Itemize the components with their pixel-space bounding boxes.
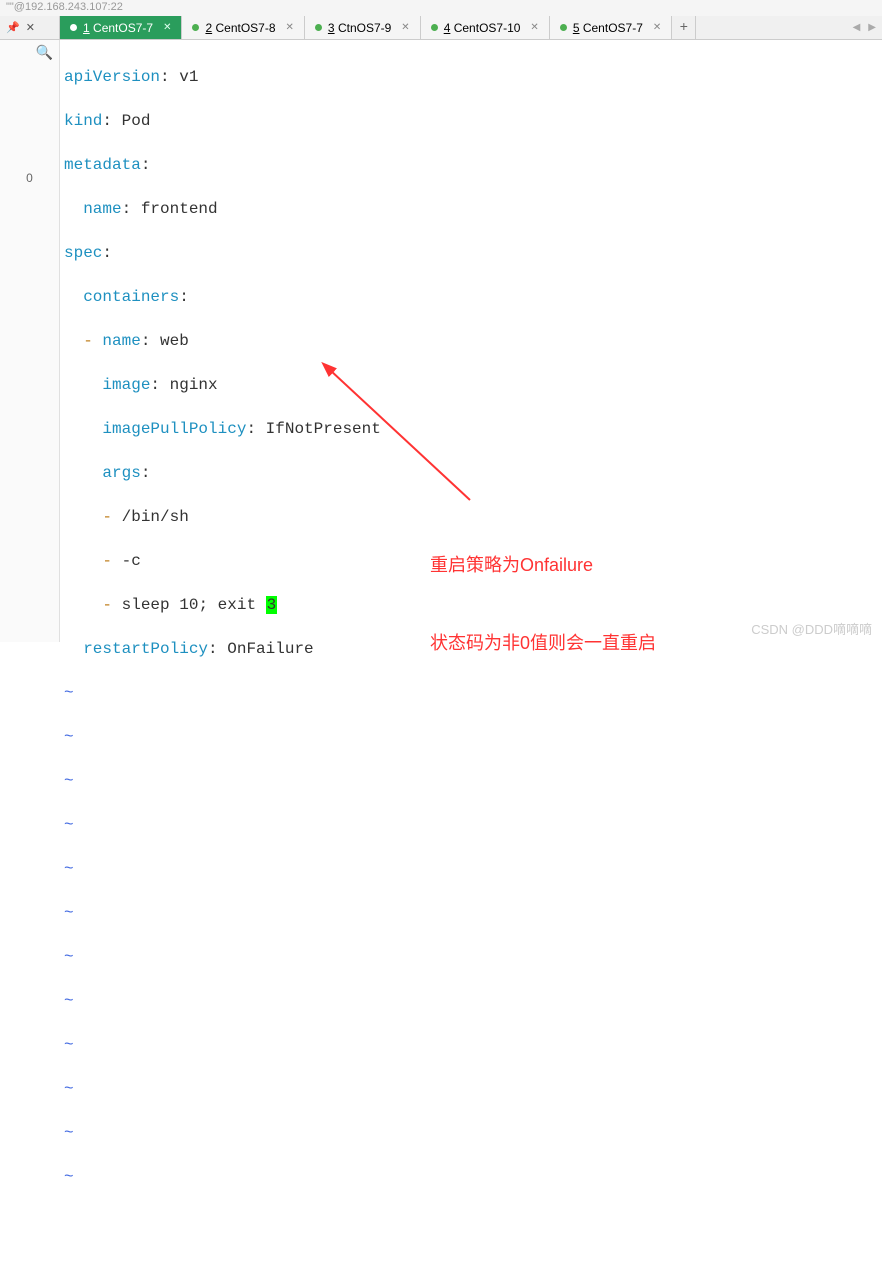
code-line: name: frontend (60, 198, 882, 220)
code-line: spec: (60, 242, 882, 264)
empty-line: ~ (60, 770, 882, 792)
nav-prev-icon[interactable]: ◀ (853, 22, 861, 34)
empty-line: ~ (60, 990, 882, 1012)
tab-label: 3 CtnOS7-9 (328, 21, 391, 35)
tab-close-icon[interactable]: ✕ (530, 22, 538, 33)
empty-line: ~ (60, 858, 882, 880)
tab-label: 1 CentOS7-7 (83, 21, 153, 35)
gutter: 🔍 0 (0, 40, 60, 642)
watermark: CSDN @DDD嘀嘀嘀 (751, 619, 872, 638)
empty-line: ~ (60, 946, 882, 968)
connection-text: ""@192.168.243.107:22 (6, 1, 123, 13)
tab-label: 2 CentOS7-8 (205, 21, 275, 35)
tab-nav: ◀ ▶ (847, 16, 882, 39)
tab-1[interactable]: 1 CentOS7-7 ✕ (60, 16, 182, 39)
empty-line: ~ (60, 902, 882, 924)
tab-4[interactable]: 4 CentOS7-10 ✕ (421, 16, 550, 39)
cursor-highlight: 3 (266, 596, 278, 614)
nav-next-icon[interactable]: ▶ (868, 22, 876, 34)
empty-line: ~ (60, 1122, 882, 1144)
code-line: metadata: (60, 154, 882, 176)
tab-bar: 1 CentOS7-7 ✕ 2 CentOS7-8 ✕ 3 CtnOS7-9 ✕… (60, 16, 847, 39)
toolbar-left: 📌 ✕ (0, 16, 60, 39)
tab-5[interactable]: 5 CentOS7-7 ✕ (550, 16, 672, 39)
code-line: imagePullPolicy: IfNotPresent (60, 418, 882, 440)
status-dot-icon (192, 24, 199, 31)
add-tab-button[interactable]: + (672, 16, 696, 39)
tab-label: 4 CentOS7-10 (444, 21, 521, 35)
search-icon[interactable]: 🔍 (6, 44, 53, 61)
code-line: apiVersion: v1 (60, 66, 882, 88)
editor[interactable]: apiVersion: v1 kind: Pod metadata: name:… (60, 40, 882, 642)
tab-2[interactable]: 2 CentOS7-8 ✕ (182, 16, 304, 39)
empty-line: ~ (60, 1078, 882, 1100)
close-panel-icon[interactable]: ✕ (26, 21, 35, 35)
code-line: args: (60, 462, 882, 484)
pin-icon[interactable]: 📌 (6, 21, 20, 35)
code-line: containers: (60, 286, 882, 308)
code-line: - name: web (60, 330, 882, 352)
status-dot-icon (315, 24, 322, 31)
annotation-text: 重启策略为Onfailure 状态码为非0值则会一直重启 (430, 500, 656, 708)
tab-close-icon[interactable]: ✕ (286, 22, 294, 33)
empty-line: ~ (60, 814, 882, 836)
tab-close-icon[interactable]: ✕ (163, 22, 171, 33)
status-dot-icon (431, 24, 438, 31)
code-line: image: nginx (60, 374, 882, 396)
title-bar: ""@192.168.243.107:22 (0, 0, 882, 16)
tab-3[interactable]: 3 CtnOS7-9 ✕ (305, 16, 421, 39)
code-line: kind: Pod (60, 110, 882, 132)
status-dot-icon (70, 24, 77, 31)
tab-close-icon[interactable]: ✕ (653, 22, 661, 33)
toolbar: 📌 ✕ 1 CentOS7-7 ✕ 2 CentOS7-8 ✕ 3 CtnOS7… (0, 16, 882, 40)
empty-line: ~ (60, 726, 882, 748)
status-dot-icon (560, 24, 567, 31)
empty-line: ~ (60, 1034, 882, 1056)
line-marker: 0 (6, 171, 53, 185)
main-area: 🔍 0 apiVersion: v1 kind: Pod metadata: n… (0, 40, 882, 642)
empty-line: ~ (60, 1166, 882, 1188)
tab-label: 5 CentOS7-7 (573, 21, 643, 35)
tab-close-icon[interactable]: ✕ (401, 22, 409, 33)
